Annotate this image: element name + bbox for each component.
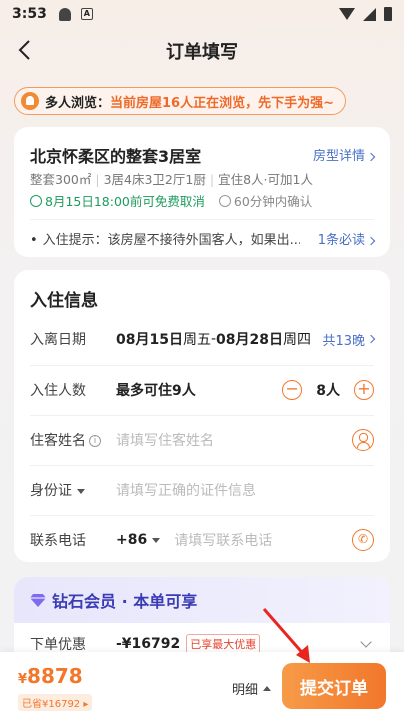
house-title: 北京怀柔区的整套3居室 [30, 147, 202, 166]
vip-header: 钻石会员 · 本单可享 [14, 577, 390, 623]
contact-person-icon[interactable] [352, 429, 374, 451]
phone-icon[interactable]: ✆ [352, 529, 374, 551]
total-price: ¥8878 [18, 664, 83, 688]
chevron-right-icon [366, 334, 376, 344]
house-card: 北京怀柔区的整套3居室 房型详情 整套300㎡ | 3居4床3卫2厅1厨 | 宜住8人·… [14, 127, 390, 257]
nights-link[interactable]: 共13晚 [322, 330, 365, 349]
chevron-down-icon[interactable] [360, 636, 372, 648]
discount-amount: -¥16792 [116, 636, 181, 652]
chevron-right-icon [366, 152, 376, 161]
browsing-notice: 多人浏览： 当前房屋16人正在浏览，先下手为强~ [14, 87, 346, 115]
confirm-tag: 60分钟内确认 [218, 191, 312, 210]
guest-count-value: 8人 [316, 383, 340, 399]
country-code-select[interactable]: +86 [116, 532, 161, 548]
app-a-icon: A [80, 8, 93, 20]
max-guests: 最多可住9人 [116, 383, 196, 399]
chevron-right-icon [366, 236, 376, 245]
checkin-info-card: 入住信息 入离日期 08月15日 周五 -08月28日 周四 共13晚 入住人数 最多… [14, 270, 390, 562]
id-number-input[interactable]: 请填写正确的证件信息 [116, 480, 256, 500]
house-specs: 整套300㎡ | 3居4床3卫2厅1厨 | 宜住8人·可加1人 [30, 172, 313, 187]
check-circle-icon [30, 194, 42, 207]
status-bar: 3:53 A [0, 0, 404, 28]
free-cancel-tag: 8月15日18:00前可免费取消 [30, 191, 205, 210]
guest-count-row: 入住人数 最多可住9人 − 8人 + [30, 365, 374, 415]
checkin-tip: • 入住提示：该房屋不接待外国客人，如果出... [30, 233, 300, 248]
guest-name-row: 住客姓名 i 请填写住客姓名 [30, 415, 374, 465]
signal-icon [363, 7, 376, 21]
date-end: 08月28日 [216, 332, 283, 348]
wifi-icon [339, 8, 355, 20]
date-end-week: 周四 [283, 332, 311, 348]
notice-label: 多人浏览： [45, 95, 111, 111]
date-start: 08月15日 [116, 332, 183, 348]
divider [30, 219, 374, 220]
notification-bell-icon [58, 7, 71, 21]
house-layout: 3居4床3卫2厅1厨 [103, 172, 206, 187]
status-time: 3:53 [12, 6, 47, 22]
id-row: 身份证 请填写正确的证件信息 [30, 465, 374, 515]
house-tags: 8月15日18:00前可免费取消 60分钟内确认 [30, 191, 312, 210]
saved-badge[interactable]: 已省¥16792 ▸ [18, 694, 93, 711]
bell-icon [21, 92, 39, 110]
phone-input[interactable]: 请填写联系电话 [174, 530, 272, 550]
max-discount-badge: 已享最大优惠 [186, 634, 261, 654]
submit-order-button[interactable]: 提交订单 [282, 663, 386, 709]
price-detail-toggle[interactable]: 明细 [232, 679, 272, 698]
checkin-info-title: 入住信息 [30, 291, 98, 311]
phone-row: 联系电话 +86 请填写联系电话 ✆ [30, 515, 374, 565]
diamond-icon [30, 594, 46, 607]
page-title: 订单填写 [166, 42, 238, 63]
guest-count-label: 入住人数 [30, 383, 86, 399]
discount-label: 下单优惠 [30, 637, 86, 653]
decrease-guests-button[interactable]: − [282, 380, 303, 400]
phone-label: 联系电话 [30, 533, 86, 549]
battery-icon [384, 7, 392, 21]
clock-icon [218, 194, 231, 207]
nav-bar: 订单填写 [0, 30, 404, 70]
caret-up-icon [263, 686, 272, 691]
house-capacity: 宜住8人·可加1人 [218, 172, 313, 187]
date-row[interactable]: 入离日期 08月15日 周五 -08月28日 周四 共13晚 [30, 314, 376, 364]
caret-down-icon [152, 537, 161, 543]
id-type-select[interactable]: 身份证 [30, 480, 116, 500]
date-start-week: 周五 [182, 332, 211, 348]
rules-link[interactable]: 1条必读 [318, 229, 376, 248]
guest-name-label: 住客姓名 i [30, 430, 116, 450]
house-area: 整套300㎡ [30, 172, 92, 187]
increase-guests-button[interactable]: + [354, 380, 374, 400]
info-icon[interactable]: i [89, 435, 101, 447]
guest-name-input[interactable]: 请填写住客姓名 [116, 430, 214, 450]
vip-title: 钻石会员 · 本单可享 [52, 592, 198, 611]
room-detail-link[interactable]: 房型详情 [313, 145, 376, 164]
notice-message: 当前房屋16人正在浏览，先下手为强~ [110, 95, 334, 111]
caret-down-icon [77, 488, 85, 494]
date-label: 入离日期 [30, 332, 86, 348]
